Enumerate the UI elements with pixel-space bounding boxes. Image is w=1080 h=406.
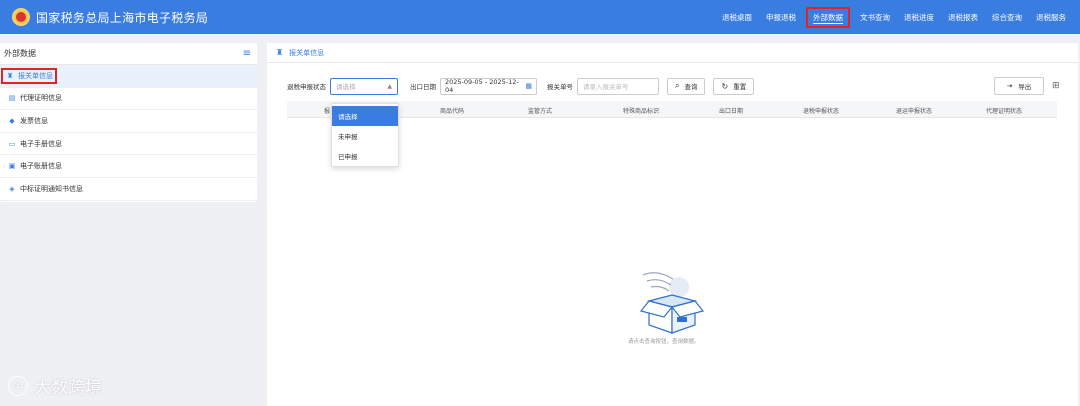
tax-bureau-emblem-icon <box>12 8 30 26</box>
sidebar-item-highlight: ♜ 报关单信息 <box>1 67 57 84</box>
column-header: 特殊商品标识 <box>623 108 660 115</box>
date-range-input[interactable]: 2025-09-05 - 2025-12-04 ▦ <box>440 77 537 95</box>
status-filter-label: 退税申报状态 <box>287 83 326 91</box>
nav-refund-report[interactable]: 退税报表 <box>948 12 978 23</box>
nav-general-query[interactable]: 综合查询 <box>992 12 1022 23</box>
sidebar-item-label: 发票信息 <box>20 116 48 125</box>
export-icon: ⇥ <box>1006 82 1013 90</box>
sidebar-item-invoice[interactable]: ◆ 发票信息 <box>0 110 257 133</box>
chevron-up-icon: ▲ <box>387 82 392 90</box>
nav-external-data[interactable]: 外部数据 <box>806 6 850 28</box>
sidebar-header: 外部数据 ≡ <box>0 43 257 65</box>
sidebar-item-e-manual[interactable]: ▭ 电子手册信息 <box>0 133 257 156</box>
declaration-filter-label: 报关单号 <box>547 83 573 91</box>
sidebar-item-label: 电子账册信息 <box>20 162 62 171</box>
refresh-icon: ↻ <box>721 81 729 91</box>
sidebar-item-label: 中标证明通知书信息 <box>20 184 83 193</box>
binoculars-icon: ♜ <box>276 48 284 57</box>
breadcrumb: ♜ 报关单信息 <box>267 43 1078 63</box>
card-icon: ▣ <box>8 162 16 171</box>
top-nav: 退税桌面 申报退税 外部数据 文书查询 退税进度 退税报表 综合查询 退税服务 <box>708 0 1066 34</box>
export-button[interactable]: ⇥ 导出 <box>994 77 1044 95</box>
site-title: 国家税务总局上海市电子税务局 <box>36 10 209 25</box>
sidebar: 外部数据 ≡ ♜ 报关单信息 ▤ 代理证明信息 ◆ 发票信息 ▭ 电子手册信息 … <box>0 43 257 202</box>
status-select[interactable]: 请选择 ▲ <box>330 77 398 95</box>
binoculars-icon: ♜ <box>6 71 14 80</box>
export-button-label: 导出 <box>1018 83 1032 91</box>
watermark: ∞ 大数跨境 <box>8 373 102 398</box>
sidebar-item-agency-certificate[interactable]: ▤ 代理证明信息 <box>0 88 257 111</box>
reset-button[interactable]: ↻ 重置 <box>713 77 755 95</box>
dropdown-option-not-declared[interactable]: 未申报 <box>332 126 398 146</box>
sidebar-item-bid-notice[interactable]: ◈ 中标证明通知书信息 <box>0 178 257 201</box>
menu-collapse-icon[interactable]: ≡ <box>243 48 251 59</box>
column-header: 退运申报状态 <box>896 108 933 115</box>
reset-button-label: 重置 <box>733 83 747 91</box>
sidebar-item-label: 电子手册信息 <box>20 139 62 148</box>
column-header: 报 <box>324 108 331 115</box>
sidebar-item-e-account[interactable]: ▣ 电子账册信息 <box>0 155 257 178</box>
calendar-icon: ▦ <box>525 82 532 90</box>
folder-icon: ▭ <box>8 139 16 148</box>
sidebar-title: 外部数据 <box>4 49 36 58</box>
status-select-placeholder: 请选择 <box>336 83 356 91</box>
column-header: 监管方式 <box>528 108 553 115</box>
breadcrumb-label: 报关单信息 <box>289 48 325 57</box>
nav-refund-progress[interactable]: 退税进度 <box>904 12 934 23</box>
nav-refund-service[interactable]: 退税服务 <box>1036 12 1066 23</box>
nav-tax-desktop[interactable]: 退税桌面 <box>722 12 752 23</box>
nav-document-query[interactable]: 文书查询 <box>860 12 890 23</box>
date-filter-label: 出口日期 <box>410 83 436 91</box>
document-icon: ▤ <box>8 94 16 103</box>
sidebar-item-customs-declaration[interactable]: ♜ 报关单信息 <box>0 65 257 88</box>
nav-external-data-label: 外部数据 <box>813 12 843 24</box>
column-header: 代理证明状态 <box>986 108 1023 115</box>
main-panel: ♜ 报关单信息 退税申报状态 请选择 ▲ 出口日期 2025-09-05 - 2… <box>267 43 1078 406</box>
status-dropdown: 请选择 未申报 已申报 <box>331 103 399 167</box>
empty-state-text: 请点击查询按钮，查询数据。 <box>628 339 700 345</box>
declaration-number-input[interactable]: 请录入报关单号 <box>577 77 659 95</box>
query-button-label: 查询 <box>684 83 698 91</box>
empty-box-icon <box>639 272 705 334</box>
watermark-text: 大数跨境 <box>34 378 102 398</box>
tag-icon: ◈ <box>9 184 15 193</box>
sidebar-item-label: 报关单信息 <box>18 71 53 80</box>
column-header: 出口日期 <box>719 108 744 115</box>
declaration-number-placeholder: 请录入报关单号 <box>583 83 629 91</box>
query-button[interactable]: ⌕ 查询 <box>667 77 706 95</box>
column-header: 商品代码 <box>440 108 465 115</box>
dropdown-option-declared[interactable]: 已申报 <box>332 146 398 166</box>
filter-bar: 退税申报状态 请选择 ▲ 出口日期 2025-09-05 - 2025-12-0… <box>287 77 1067 95</box>
column-settings-icon[interactable]: ⊞ <box>1052 81 1060 91</box>
watermark-logo-icon: ∞ <box>8 375 28 396</box>
column-header: 退税申报状态 <box>803 108 840 115</box>
date-range-value: 2025-09-05 - 2025-12-04 <box>445 78 519 94</box>
nav-declare-refund[interactable]: 申报退税 <box>766 12 796 23</box>
search-icon: ⌕ <box>675 81 680 90</box>
leaf-icon: ◆ <box>9 116 15 125</box>
top-header: 国家税务总局上海市电子税务局 退税桌面 申报退税 外部数据 文书查询 退税进度 … <box>0 0 1080 34</box>
dropdown-option-please-select[interactable]: 请选择 <box>332 106 398 126</box>
sidebar-item-label: 代理证明信息 <box>20 94 62 103</box>
table-header: 报 商品代码 监管方式 特殊商品标识 出口日期 退税申报状态 退运申报状态 代理… <box>287 101 1057 118</box>
